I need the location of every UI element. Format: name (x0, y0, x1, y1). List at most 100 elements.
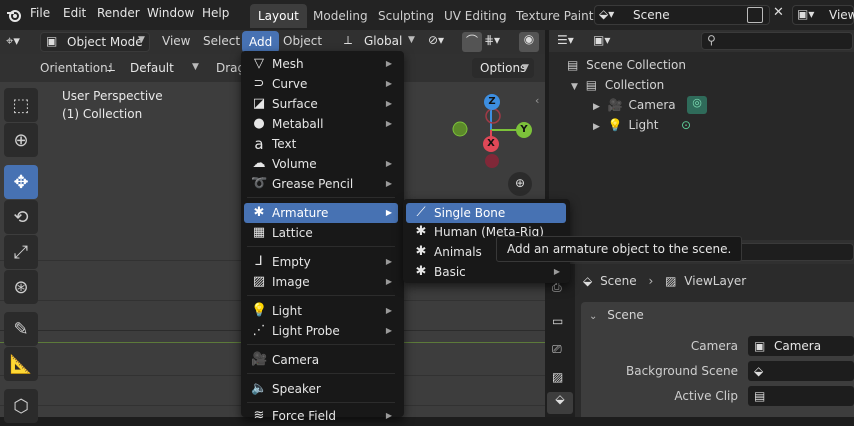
object-mode-icon: ▣ (46, 34, 58, 48)
add-menu-item-metaball[interactable]: ● Metaball ▶ (244, 114, 398, 134)
menu-view[interactable]: View (162, 34, 190, 48)
add-menu-item-text[interactable]: a Text (244, 134, 398, 154)
zoom-icon[interactable]: ⊕ (508, 172, 532, 196)
curve-icon: ⊃ (253, 76, 265, 91)
add-menu-item-speaker[interactable]: 🔈 Speaker (244, 379, 398, 399)
menu-file[interactable]: File (30, 6, 50, 20)
add-menu-item-image[interactable]: ▨ Image ▶ (244, 272, 398, 292)
outliner[interactable]: ☰▾ ▣▾ ⚲ ▤ Scene Collection ▼ ▤ Collectio… (549, 30, 854, 240)
expand-arrow-icon[interactable]: ▶ (593, 102, 600, 112)
chevron-down-icon: ▼ (138, 35, 145, 45)
scene-tab-icon[interactable]: ⬙ (547, 392, 573, 414)
menu-render[interactable]: Render (97, 6, 140, 20)
transform-icon[interactable]: ⊛ (4, 270, 38, 304)
rotate-icon[interactable]: ⟲ (4, 200, 38, 234)
add-menu-item-curve[interactable]: ⊃ Curve ▶ (244, 74, 398, 94)
add-menu-item-surface[interactable]: ◪ Surface ▶ (244, 94, 398, 114)
submenu-arrow-icon: ▶ (385, 257, 392, 266)
blender-logo-icon[interactable] (6, 7, 22, 23)
outliner-row-light[interactable]: ▶ 💡 Light ⊙ (593, 118, 691, 132)
add-menu-item-lattice[interactable]: ▦ Lattice (244, 223, 398, 243)
menu-edit[interactable]: Edit (63, 6, 86, 20)
camera-field[interactable]: ▣ Camera (748, 336, 854, 356)
add-menu-item-camera[interactable]: 🎥 Camera (244, 350, 398, 370)
outliner-row-camera[interactable]: ▶ 🎥 Camera ◎ (593, 96, 707, 114)
properties-editor[interactable]: ⚲ ⎙ ▭ ⎚ ▨ ⬙ ⬙ Scene › ▨ ViewLayer ⌄ Scen… (545, 240, 854, 417)
scene-panel-header[interactable]: ⌄ Scene (589, 308, 644, 322)
lattice-icon: ▦ (252, 225, 266, 240)
expand-arrow-icon[interactable]: ▶ (593, 122, 600, 132)
add-menu-item-force-field[interactable]: ≋ Force Field ▶ (244, 406, 398, 426)
cursor-icon[interactable]: ⊕ (4, 123, 38, 157)
editor-type-icon[interactable]: ☰▾ (557, 33, 574, 47)
submenu-arrow-icon: ▶ (385, 119, 392, 128)
navigation-gizmo[interactable]: Z Y X (446, 90, 546, 190)
tooltip: Add an armature object to the scene. (496, 236, 743, 262)
transform-orientation[interactable]: ⟂ Global ▼ (340, 32, 422, 52)
add-menu-item-volume[interactable]: ☁ Volume ▶ (244, 154, 398, 174)
viewlayer-selector[interactable]: ▣▾ View (792, 5, 854, 25)
submenu-arrow-icon: ▶ (385, 79, 392, 88)
light-object-label: Light (628, 118, 659, 132)
measure-icon[interactable]: 📐 (4, 347, 38, 381)
annotate-icon[interactable]: ✎ (4, 312, 38, 346)
gizmo-z-axis[interactable]: Z (484, 94, 500, 110)
scale-icon[interactable]: ⤢ (4, 235, 38, 269)
menu-help[interactable]: Help (202, 6, 229, 20)
options-dropdown[interactable]: Options ▼ (472, 58, 534, 78)
render-tab-icon[interactable]: ▭ (552, 314, 563, 328)
armature-item-basic[interactable]: ✱ Basic ▶ (406, 262, 566, 282)
image-icon: ▨ (252, 274, 266, 289)
pivot-icon[interactable]: ⊘▾ (428, 33, 444, 47)
tab-layout[interactable]: Layout (250, 4, 307, 28)
gizmo-y-axis[interactable]: Y (516, 122, 532, 138)
active-clip-field[interactable]: ▤ (748, 386, 854, 406)
menu-select[interactable]: Select (203, 34, 240, 48)
scene-collection-row[interactable]: ▤ Scene Collection (567, 58, 686, 72)
view-layer-tab-icon[interactable]: ▨ (552, 370, 563, 384)
add-menu-item-light[interactable]: 💡 Light ▶ (244, 301, 398, 321)
select-box-icon[interactable]: ⬚ (4, 88, 38, 122)
empty-icon: ⅃ (255, 254, 263, 269)
tab-texture-paint[interactable]: Texture Paint (508, 4, 601, 28)
sidebar-toggle-icon[interactable]: ‹ (535, 94, 539, 107)
add-cube-icon[interactable]: ⬡ (4, 389, 38, 423)
snap-icon[interactable]: ⌒ (462, 32, 482, 52)
tab-uv-editing[interactable]: UV Editing (436, 4, 515, 28)
close-scene-icon[interactable]: ✕ (773, 5, 784, 20)
new-scene-icon[interactable] (747, 7, 763, 23)
add-menu-item-empty[interactable]: ⅃ Empty ▶ (244, 252, 398, 272)
add-menu-item-light-probe[interactable]: ⋰ Light Probe ▶ (244, 321, 398, 341)
snap-target-icon[interactable]: ⋕▾ (484, 33, 500, 47)
add-menu-item-grease-pencil[interactable]: ➰ Grease Pencil ▶ (244, 174, 398, 194)
menu-separator (247, 197, 395, 198)
add-menu-item-armature[interactable]: ✱ Armature ▶ (244, 203, 398, 223)
output-properties-tab-icon[interactable]: ⎚ (552, 342, 562, 357)
mode-selector[interactable]: ▣ Object Mode ▼ (40, 32, 150, 52)
collection-row[interactable]: ▼ ▤ Collection (571, 78, 664, 92)
tab-modeling[interactable]: Modeling (305, 4, 376, 28)
editor-type-icon[interactable]: ⌖▾ (6, 34, 20, 49)
outliner-search-input[interactable]: ⚲ (701, 32, 853, 50)
tab-sculpting[interactable]: Sculpting (370, 4, 442, 28)
add-menu-item-mesh[interactable]: ▽ Mesh ▶ (244, 54, 398, 74)
camera-data-icon[interactable]: ◎ (687, 96, 707, 114)
expand-arrow-icon[interactable]: ▼ (571, 82, 578, 92)
properties-breadcrumb: ⬙ Scene › ▨ ViewLayer (583, 274, 746, 288)
move-icon[interactable]: ✥ (4, 165, 38, 199)
light-data-icon[interactable]: ⊙ (681, 118, 691, 132)
gizmo-x-axis[interactable]: X (483, 136, 499, 152)
submenu-arrow-icon: ▶ (553, 267, 560, 276)
background-scene-field[interactable]: ⬙ (748, 361, 854, 381)
proportional-edit-icon[interactable]: ◉ (519, 32, 539, 52)
chevron-right-icon: › (648, 274, 654, 288)
scene-selector[interactable]: ⬙▾ Scene (594, 5, 770, 25)
orientation-dropdown[interactable]: ⟂ Default ▼ (104, 58, 204, 78)
camera-object-label: Camera (628, 98, 676, 112)
display-mode-icon[interactable]: ▣▾ (593, 33, 610, 47)
menu-add[interactable]: Add (242, 31, 280, 53)
bone-icon: ⟋ (416, 205, 426, 220)
armature-item-single-bone[interactable]: ⟋ Single Bone (406, 203, 566, 223)
menu-object[interactable]: Object (283, 34, 322, 48)
menu-window[interactable]: Window (147, 6, 194, 20)
